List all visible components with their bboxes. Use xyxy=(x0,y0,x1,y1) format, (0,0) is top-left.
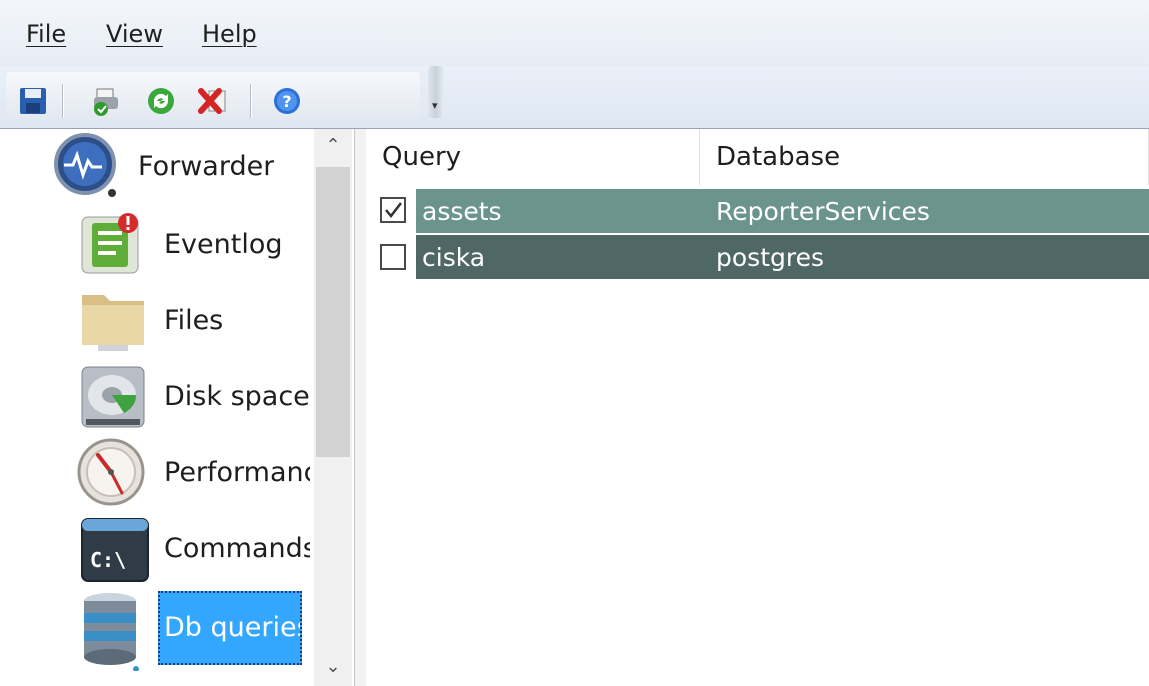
svg-text:?: ? xyxy=(282,92,291,111)
sidebar-item-db-queries[interactable]: Db queries xyxy=(0,587,310,672)
scroll-up-icon[interactable]: ⌃ xyxy=(314,135,352,165)
row-checkbox[interactable] xyxy=(380,197,406,223)
query-list: Query Database assets ReporterServices c… xyxy=(366,129,1149,686)
table-row[interactable]: assets ReporterServices xyxy=(366,189,1149,233)
menu-view[interactable]: View xyxy=(106,20,163,48)
scroll-down-icon[interactable]: ⌄ xyxy=(314,656,352,686)
eventlog-icon xyxy=(78,209,148,279)
delete-icon[interactable] xyxy=(196,84,230,118)
forwarder-icon xyxy=(52,131,122,201)
sidebar-item-label: Eventlog xyxy=(164,229,283,260)
column-header-database[interactable]: Database xyxy=(700,129,1149,185)
menu-bar: File View Help xyxy=(0,0,1149,66)
cell-query: assets xyxy=(422,197,502,226)
row-checkbox[interactable] xyxy=(380,244,406,270)
column-header-query[interactable]: Query xyxy=(366,129,700,185)
toolbar: ? ▾ xyxy=(0,66,1149,129)
menu-help[interactable]: Help xyxy=(202,20,257,48)
sidebar-item-eventlog[interactable]: Eventlog xyxy=(0,205,310,275)
sidebar-item-performance[interactable]: Performanc xyxy=(0,433,310,506)
cell-database: postgres xyxy=(716,243,824,272)
sidebar-item-label: Files xyxy=(164,305,224,336)
sidebar-item-label: Forwarder xyxy=(138,151,275,182)
sidebar: Forwarder Eventlog Files Disk space Perf… xyxy=(0,129,355,686)
folder-icon xyxy=(78,285,148,355)
sidebar-item-label: Commands xyxy=(164,533,310,564)
sidebar-item-label-selected: Db queries xyxy=(158,591,302,665)
sidebar-item-files[interactable]: Files xyxy=(0,281,310,351)
sidebar-item-commands[interactable]: C:\ Commands xyxy=(0,509,310,582)
print-icon[interactable] xyxy=(90,84,124,118)
menu-file[interactable]: File xyxy=(26,20,66,48)
disk-icon xyxy=(78,361,148,431)
toolbar-overflow-grip[interactable]: ▾ xyxy=(428,66,444,118)
save-icon[interactable] xyxy=(16,84,50,118)
svg-text:C:\: C:\ xyxy=(90,548,126,572)
sidebar-item-forwarder[interactable]: Forwarder xyxy=(0,129,310,199)
cell-query: ciska xyxy=(422,243,486,272)
toolbar-separator xyxy=(62,84,64,118)
toolbar-separator xyxy=(250,84,252,118)
sidebar-scrollbar[interactable]: ⌃ ⌄ xyxy=(314,129,352,686)
scroll-thumb[interactable] xyxy=(316,167,350,457)
sidebar-item-label: Disk space xyxy=(164,381,310,412)
database-icon xyxy=(80,591,150,672)
table-row[interactable]: ciska postgres xyxy=(366,235,1149,279)
sidebar-item-disk-space[interactable]: Disk space xyxy=(0,357,310,428)
toolstrip: ? xyxy=(6,72,420,122)
cell-database: ReporterServices xyxy=(716,197,930,226)
checkmark-icon xyxy=(385,202,402,218)
refresh-icon[interactable] xyxy=(144,84,178,118)
help-icon[interactable]: ? xyxy=(270,84,304,118)
gauge-icon xyxy=(76,437,146,507)
terminal-icon: C:\ xyxy=(80,515,150,585)
sidebar-item-label: Performanc xyxy=(164,457,310,488)
